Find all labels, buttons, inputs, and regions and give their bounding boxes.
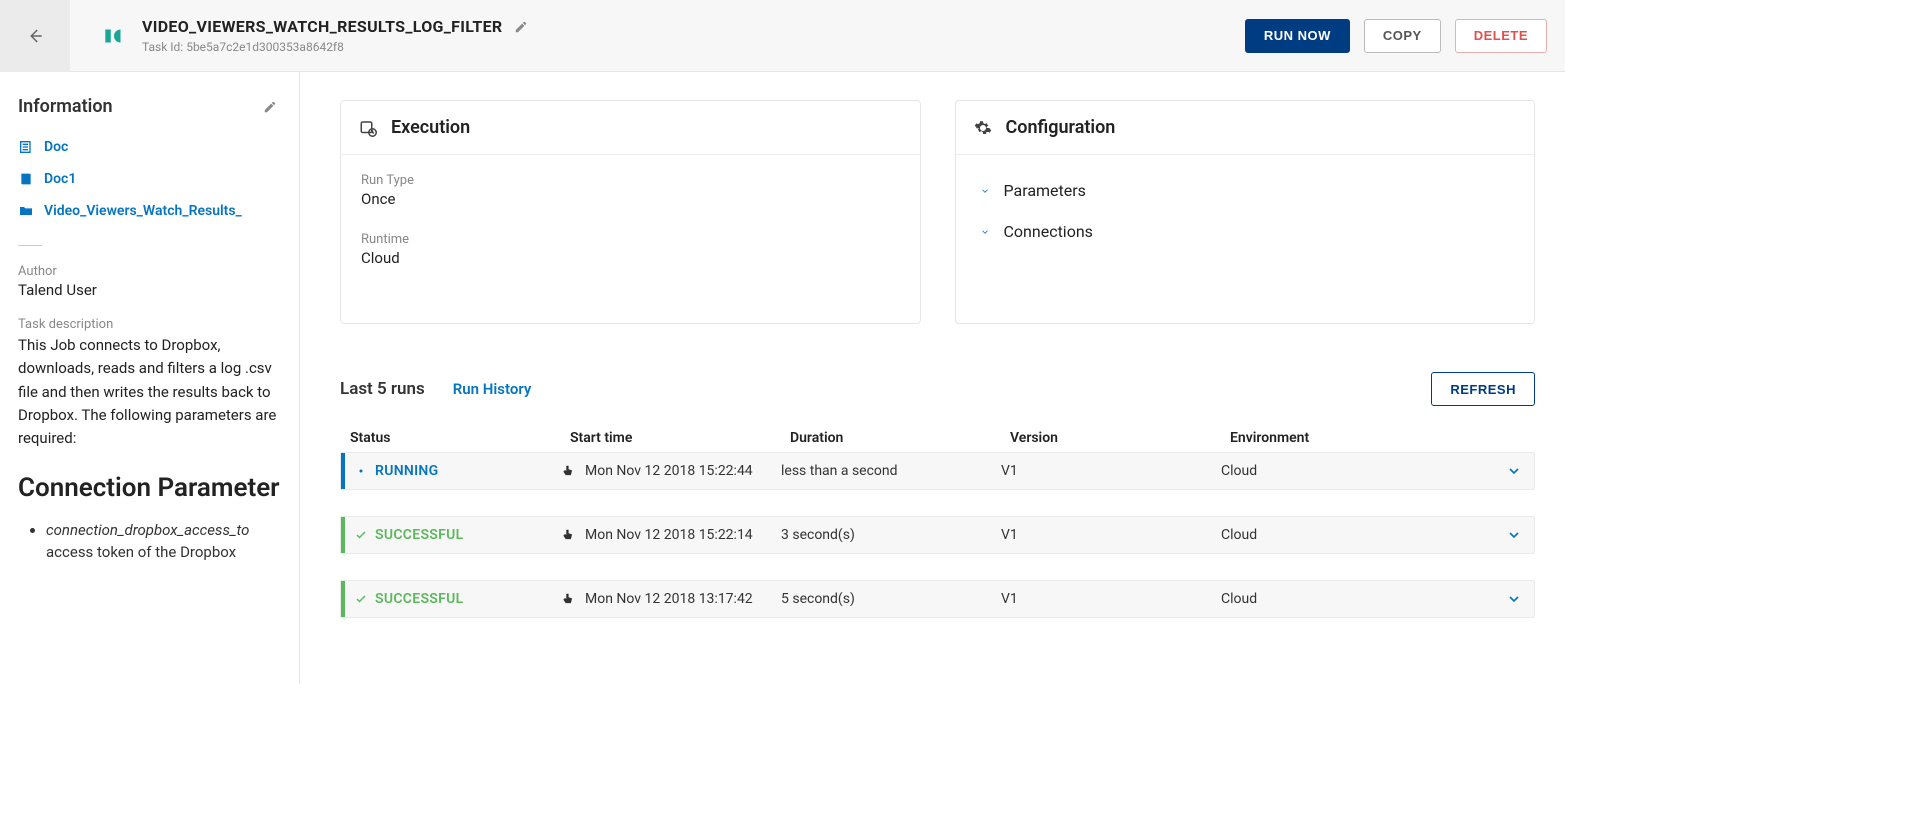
manual-run-icon: [561, 591, 575, 607]
environment-cell: Cloud: [1221, 527, 1494, 543]
connection-param-heading: Connection Parameter: [18, 472, 299, 505]
folder-icon: [18, 203, 34, 219]
book-icon: [18, 171, 34, 187]
doc-link[interactable]: Doc: [18, 131, 299, 163]
parameters-toggle[interactable]: Parameters: [976, 173, 1515, 214]
sidebar-hscroll[interactable]: [0, 666, 299, 684]
environment-cell: Cloud: [1221, 463, 1494, 479]
run-history-link[interactable]: Run History: [453, 380, 532, 398]
execution-title: Execution: [391, 117, 470, 138]
run-now-button[interactable]: RUN NOW: [1245, 19, 1350, 53]
status-text: RUNNING: [375, 463, 438, 479]
environment-cell: Cloud: [1221, 591, 1494, 607]
connections-toggle[interactable]: Connections: [976, 214, 1515, 255]
sidebar-title: Information: [18, 96, 113, 117]
divider: [18, 245, 42, 246]
edit-info-icon[interactable]: [263, 100, 277, 114]
duration-cell: 5 second(s): [781, 591, 1001, 607]
main-content: Execution Run Type Once Runtime Cloud: [300, 72, 1565, 684]
task-title: VIDEO_VIEWERS_WATCH_RESULTS_LOG_FILTER: [142, 17, 502, 36]
task-desc-text: This Job connects to Dropbox, downloads,…: [18, 334, 299, 450]
table-row[interactable]: RUNNING Mon Nov 12 2018 15:22:44 less than…: [340, 452, 1535, 490]
doc1-link-label: Doc1: [44, 171, 76, 187]
sidebar: Information Doc Doc1 Video_Viewers_Watch…: [0, 72, 300, 684]
task-desc-label: Task description: [18, 317, 299, 332]
configuration-title: Configuration: [1006, 117, 1116, 138]
expand-row[interactable]: [1494, 463, 1534, 479]
runs-table-header: Status Start time Duration Version Envir…: [340, 424, 1535, 452]
author-value: Talend User: [18, 281, 299, 299]
duration-cell: 3 second(s): [781, 527, 1001, 543]
col-version: Version: [1010, 430, 1230, 446]
folder-link-label: Video_Viewers_Watch_Results_: [44, 203, 242, 219]
folder-link[interactable]: Video_Viewers_Watch_Results_: [18, 195, 299, 227]
chevron-down-icon: [1506, 591, 1522, 607]
configuration-panel: Configuration Parameters Connections: [955, 100, 1536, 324]
start-time: Mon Nov 12 2018 15:22:14: [585, 527, 753, 543]
task-type-icon: [96, 18, 132, 54]
chevron-down-icon: [980, 227, 990, 237]
table-row[interactable]: SUCCESSFUL Mon Nov 12 2018 13:17:42 5 seco…: [340, 580, 1535, 618]
running-icon: [355, 465, 367, 477]
task-id-line: Task Id: 5be5a7c2e1d300353a8642f8: [142, 40, 1245, 54]
check-icon: [355, 529, 367, 541]
status-text: SUCCESSFUL: [375, 591, 464, 607]
col-duration: Duration: [790, 430, 1010, 446]
copy-button[interactable]: COPY: [1364, 19, 1441, 53]
version-cell: V1: [1001, 463, 1221, 479]
connections-label: Connections: [1004, 222, 1093, 241]
chevron-down-icon: [1506, 527, 1522, 543]
execution-icon: [359, 119, 377, 137]
run-type-label: Run Type: [361, 173, 900, 188]
author-label: Author: [18, 264, 299, 279]
expand-row[interactable]: [1494, 591, 1534, 607]
runs-section: Last 5 runs Run History REFRESH Status S…: [300, 324, 1565, 674]
arrow-left-icon: [26, 27, 44, 45]
runs-title: Last 5 runs: [340, 379, 425, 399]
chevron-down-icon: [980, 186, 990, 196]
status-text: SUCCESSFUL: [375, 527, 464, 543]
doc-link-label: Doc: [44, 139, 68, 155]
doc1-link[interactable]: Doc1: [18, 163, 299, 195]
version-cell: V1: [1001, 527, 1221, 543]
manual-run-icon: [561, 527, 575, 543]
expand-row[interactable]: [1494, 527, 1534, 543]
page-header: VIDEO_VIEWERS_WATCH_RESULTS_LOG_FILTER T…: [0, 0, 1565, 72]
doc-icon: [18, 139, 34, 155]
back-button[interactable]: [0, 0, 70, 72]
parameters-label: Parameters: [1004, 181, 1086, 200]
delete-button[interactable]: DELETE: [1455, 19, 1547, 53]
param-list: connection_dropbox_access_to access toke…: [46, 519, 299, 564]
start-time: Mon Nov 12 2018 15:22:44: [585, 463, 753, 479]
table-row[interactable]: SUCCESSFUL Mon Nov 12 2018 15:22:14 3 seco…: [340, 516, 1535, 554]
runtime-value: Cloud: [361, 249, 900, 267]
col-env: Environment: [1230, 430, 1485, 446]
edit-title-icon[interactable]: [514, 20, 528, 34]
manual-run-icon: [561, 463, 575, 479]
execution-panel: Execution Run Type Once Runtime Cloud: [340, 100, 921, 324]
refresh-button[interactable]: REFRESH: [1431, 372, 1535, 406]
run-type-value: Once: [361, 190, 900, 208]
gear-icon: [974, 119, 992, 137]
col-start: Start time: [570, 430, 790, 446]
list-item: connection_dropbox_access_to access toke…: [46, 519, 299, 564]
check-icon: [355, 593, 367, 605]
duration-cell: less than a second: [781, 463, 1001, 479]
start-time: Mon Nov 12 2018 13:17:42: [585, 591, 753, 607]
col-status: Status: [350, 430, 570, 446]
chevron-down-icon: [1506, 463, 1522, 479]
runtime-label: Runtime: [361, 232, 900, 247]
version-cell: V1: [1001, 591, 1221, 607]
